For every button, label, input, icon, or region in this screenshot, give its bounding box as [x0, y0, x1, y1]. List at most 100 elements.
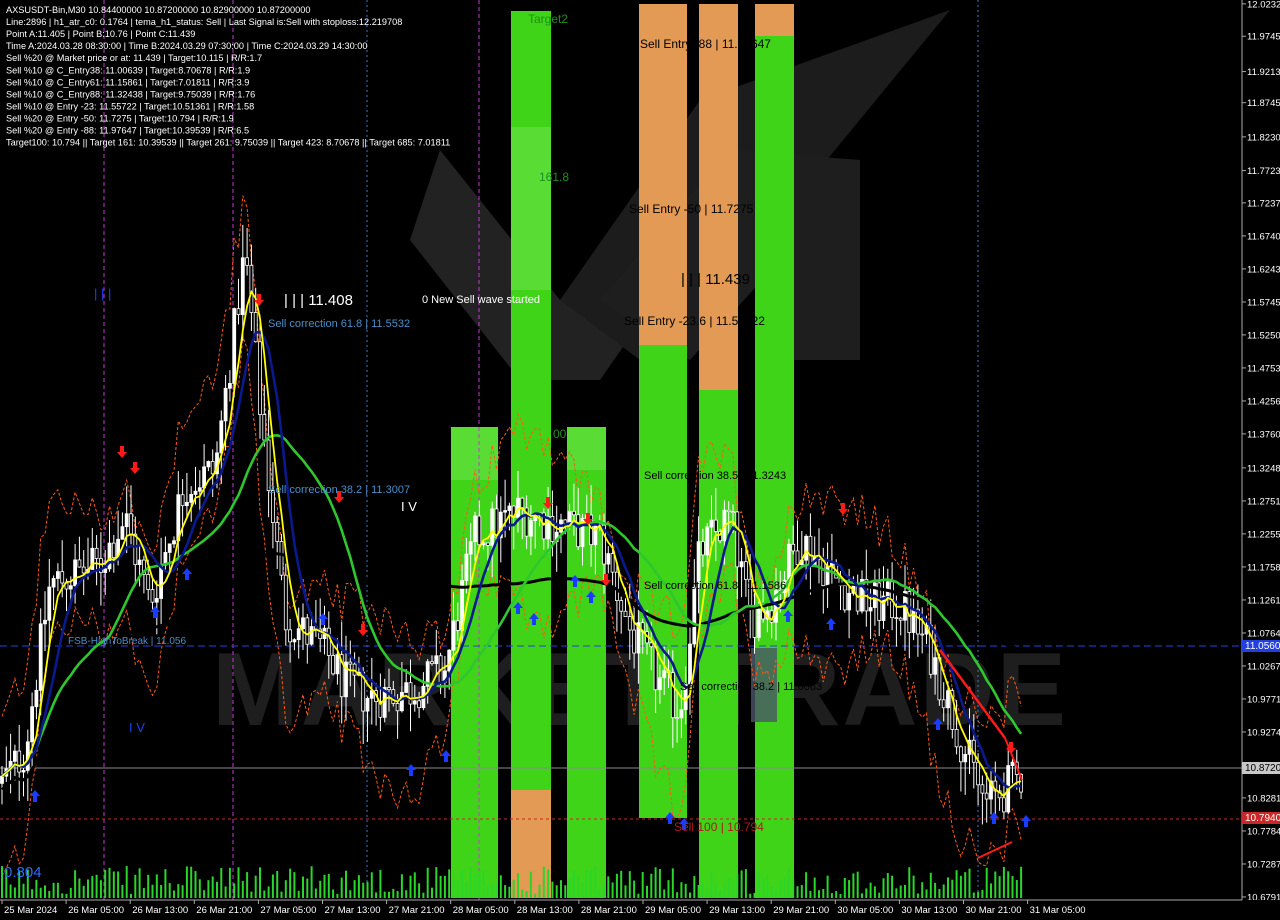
candle-body: [146, 574, 151, 590]
candle-body: [30, 706, 35, 743]
candle-body: [172, 540, 176, 545]
candle-body: [279, 541, 284, 576]
price-tick-label: 11.7237: [1247, 198, 1280, 209]
price-tick-label: 11.1261: [1247, 595, 1280, 606]
candle-body: [567, 510, 572, 524]
candle-body: [735, 511, 740, 568]
candle-body: [240, 257, 245, 316]
candle-body: [283, 574, 288, 631]
candle-body: [296, 628, 301, 641]
candle-body: [38, 623, 43, 691]
candle-body: [451, 620, 456, 651]
info-line: Sell %10 @ C_Entry88: 11.32438 | Target:…: [6, 89, 255, 99]
candle-body: [167, 543, 172, 553]
candle-body: [468, 541, 473, 555]
signal-zone: [755, 4, 794, 36]
candle-body: [56, 571, 60, 579]
annotation-sell-100: Sell 100 | 10.794: [674, 820, 764, 834]
price-tick-label: 11.9213: [1247, 67, 1280, 78]
time-tick-label: 29 Mar 13:00: [709, 905, 765, 916]
candle-body: [808, 535, 813, 566]
candle-body: [301, 617, 305, 630]
annotation-wave-iii: | | |: [94, 286, 111, 301]
candle-body: [744, 561, 748, 580]
candle-body: [120, 526, 125, 540]
time-axis: 25 Mar 2024 26 Mar 05:00 26 Mar 13:00 26 Ma…: [0, 899, 1280, 920]
price-tick-label: 11.2751: [1247, 496, 1280, 507]
price-tick-label: 11.5250: [1247, 330, 1280, 341]
candle-body: [529, 520, 533, 537]
candle-body: [404, 682, 409, 693]
candle-body: [159, 564, 164, 599]
candle-body: [610, 553, 615, 573]
candle-body: [485, 542, 490, 546]
candle-body: [984, 792, 989, 800]
candle-body: [150, 589, 155, 603]
candle-body: [731, 511, 735, 514]
candle-body: [292, 639, 297, 643]
candle-body: [868, 607, 873, 612]
candle-body: [713, 519, 718, 532]
price-chart[interactable]: MARKET TRADE Target2 Sell Entry -88 | 11…: [0, 0, 1280, 920]
candle-body: [184, 501, 189, 507]
candle-body: [47, 586, 52, 621]
candle-body: [206, 461, 211, 468]
candle-body: [941, 699, 946, 709]
candle-body: [275, 522, 280, 542]
candle-body: [180, 494, 185, 507]
annotation-wave-a: | | | 11.408: [284, 292, 353, 309]
annotation-sell-entry-23: Sell Entry -23.6 | 11.55722: [624, 314, 765, 328]
candle-body: [0, 775, 4, 784]
price-tick-label: 11.2255: [1247, 529, 1280, 540]
candle-body: [331, 655, 336, 675]
info-line: Point A:11.405 | Point B:10.76 | Point C…: [6, 29, 195, 39]
candle-body: [726, 509, 731, 513]
candle-body: [464, 553, 469, 581]
price-tick-label: 11.4256: [1247, 396, 1280, 407]
price-tick-label: 12.0232: [1247, 0, 1280, 10]
candle-body: [606, 553, 611, 565]
candle-body: [417, 700, 422, 709]
time-tick-label: 30 Mar 21:00: [966, 905, 1022, 916]
candle-body: [662, 670, 667, 679]
candle-body: [111, 542, 116, 559]
annotation-161: 161.8: [539, 170, 569, 184]
target-price-label: 10.7940: [1245, 813, 1280, 824]
price-tick-label: 10.8281: [1247, 793, 1280, 804]
candle-body: [963, 753, 968, 763]
time-tick-label: 30 Mar 05:00: [837, 905, 893, 916]
candle-body: [94, 547, 99, 559]
time-tick-label: 31 Mar 05:00: [1030, 905, 1086, 916]
candle-body: [520, 497, 525, 509]
candle-body: [137, 559, 142, 566]
candle-body: [623, 610, 628, 618]
candle-body: [395, 703, 400, 712]
candle-body: [305, 617, 310, 645]
signal-zone: [639, 320, 687, 818]
candle-body: [335, 654, 340, 675]
info-line: Sell %20 @ Entry -50: 11.7275 | Target:1…: [6, 113, 234, 123]
time-tick-label: 28 Mar 05:00: [453, 905, 509, 916]
price-tick-label: 11.3248: [1247, 463, 1280, 474]
info-line: Line:2896 | h1_atr_c0: 0.1764 | tema_h1_…: [6, 17, 402, 27]
candle-body: [954, 729, 959, 748]
candle-body: [752, 608, 757, 638]
candle-body: [34, 689, 39, 708]
time-tick-label: 28 Mar 21:00: [581, 905, 637, 916]
price-tick-label: 11.3760: [1247, 429, 1280, 440]
candle-body: [1010, 761, 1015, 766]
candle-body: [804, 535, 808, 561]
candle-body: [223, 387, 228, 422]
candle-body: [692, 586, 697, 645]
current-price-label: 10.8720: [1245, 763, 1280, 774]
candle-body: [576, 514, 581, 548]
annotation-wave-iv: I V: [401, 499, 417, 514]
candle-body: [236, 308, 241, 316]
candle-body: [258, 341, 262, 415]
candle-body: [627, 616, 632, 631]
price-tick-label: 11.9745: [1247, 32, 1280, 43]
annotation-correction-61-b: Sell correction 61.8 | 11.1586: [644, 580, 786, 592]
info-line: AXSUSDT-Bin,M30 10.84400000 10.87200000 …: [6, 5, 310, 15]
annotation-fsb: FSB-HighToBreak | 11.056: [68, 636, 186, 647]
candle-body: [787, 543, 791, 581]
